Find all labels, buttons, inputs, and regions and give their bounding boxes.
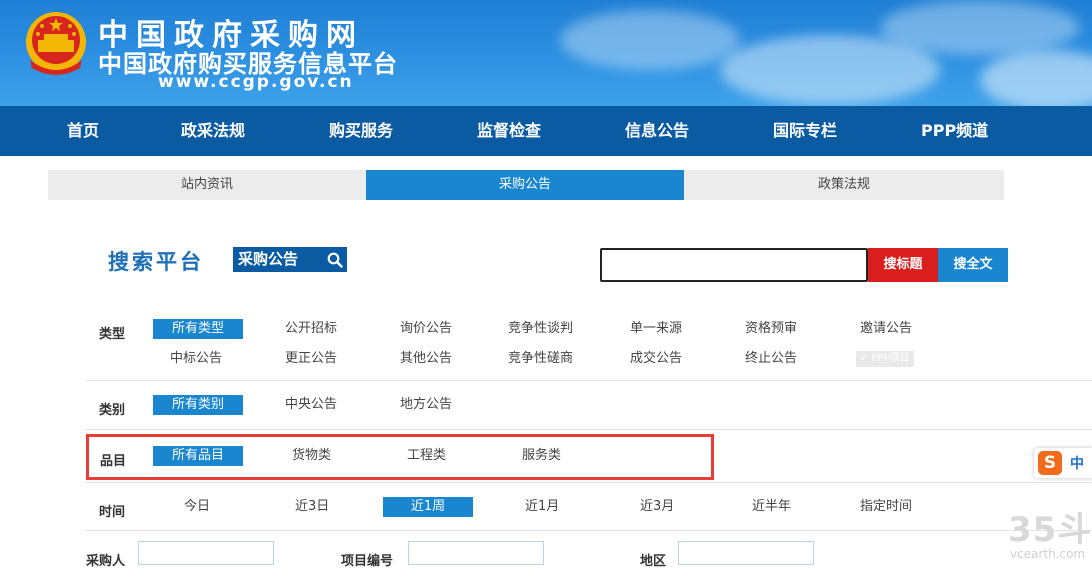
category-option-local[interactable]: 地方公告 [400, 395, 452, 415]
type-option-competitive-negotiation[interactable]: 竞争性谈判 [508, 319, 573, 339]
item-option-all[interactable]: 所有品目 [153, 446, 243, 466]
filter-label-type: 类型 [99, 327, 126, 342]
search-fulltext-button[interactable]: 搜全文 [938, 248, 1008, 282]
type-option-correction[interactable]: 更正公告 [285, 349, 337, 369]
filter-label-item: 品目 [100, 454, 127, 469]
cloud-decoration [980, 50, 1092, 106]
search-input[interactable] [600, 248, 868, 282]
region-input[interactable] [678, 541, 814, 565]
time-option-custom[interactable]: 指定时间 [860, 497, 912, 517]
search-scope-label: 采购公告 [238, 250, 299, 268]
buyer-input[interactable] [138, 541, 274, 565]
tab-policies[interactable]: 政策法规 [684, 170, 1004, 200]
nav-supervision[interactable]: 监督检查 [477, 106, 541, 156]
sogou-ime-icon[interactable]: S [1038, 451, 1062, 475]
divider [85, 380, 1092, 381]
type-option-all[interactable]: 所有类型 [153, 319, 243, 339]
ime-toolbar[interactable]: S 中 [1034, 448, 1092, 478]
tab-procurement-announcements[interactable]: 采购公告 [366, 170, 684, 200]
type-option-deal[interactable]: 成交公告 [630, 349, 682, 369]
type-option-competitive-consultation[interactable]: 竞争性磋商 [508, 349, 573, 369]
site-url: www.ccgp.gov.cn [158, 72, 354, 92]
cloud-decoration [560, 10, 740, 70]
nav-purchase-service[interactable]: 购买服务 [329, 106, 393, 156]
type-option-award[interactable]: 中标公告 [170, 349, 222, 369]
nav-international[interactable]: 国际专栏 [773, 106, 837, 156]
divider [85, 530, 1092, 531]
cloud-decoration [880, 0, 1080, 55]
category-option-central[interactable]: 中央公告 [285, 395, 337, 415]
tab-site-news[interactable]: 站内资讯 [48, 170, 366, 200]
region-label: 地区 [640, 554, 667, 569]
nav-home[interactable]: 首页 [67, 106, 99, 156]
site-header: 中国政府采购网 中国政府购买服务信息平台 www.ccgp.gov.cn [0, 0, 1092, 106]
filter-label-category: 类别 [99, 403, 126, 418]
watermark-url: vcearth.com [1010, 547, 1086, 561]
item-option-services[interactable]: 服务类 [522, 446, 561, 466]
search-icon [327, 252, 343, 268]
type-option-other[interactable]: 其他公告 [400, 349, 452, 369]
time-option-1-month[interactable]: 近1月 [525, 497, 559, 517]
main-nav: 首页 政采法规 购买服务 监督检查 信息公告 国际专栏 PPP频道 [0, 106, 1092, 156]
type-option-inquiry[interactable]: 询价公告 [400, 319, 452, 339]
time-option-half-year[interactable]: 近半年 [752, 497, 791, 517]
divider [85, 482, 1092, 483]
item-option-goods[interactable]: 货物类 [292, 446, 331, 466]
type-option-open-tender[interactable]: 公开招标 [285, 319, 337, 339]
project-number-input[interactable] [408, 541, 544, 565]
ime-language-indicator[interactable]: 中 [1070, 453, 1084, 473]
divider [85, 429, 1092, 430]
sub-tabs: 站内资讯 采购公告 政策法规 [48, 170, 1004, 200]
search-scope-badge: 采购公告 [233, 247, 347, 272]
type-option-ppp[interactable]: ✓ PPP项目 [856, 351, 914, 367]
item-option-engineering[interactable]: 工程类 [407, 446, 446, 466]
time-option-today[interactable]: 今日 [184, 497, 210, 517]
time-option-3-days[interactable]: 近3日 [295, 497, 329, 517]
nav-announcements[interactable]: 信息公告 [625, 106, 689, 156]
nav-ppp[interactable]: PPP频道 [921, 106, 988, 156]
time-option-3-months[interactable]: 近3月 [640, 497, 674, 517]
nav-regulations[interactable]: 政采法规 [181, 106, 245, 156]
search-platform-title: 搜索平台 [108, 250, 204, 274]
filter-label-time: 时间 [99, 505, 126, 520]
type-option-single-source[interactable]: 单一来源 [630, 319, 682, 339]
type-option-invitation[interactable]: 邀请公告 [860, 319, 912, 339]
watermark-logo: 35斗 [1008, 510, 1092, 550]
project-number-label: 项目编号 [341, 554, 394, 569]
time-option-1-week[interactable]: 近1周 [383, 497, 473, 517]
type-option-termination[interactable]: 终止公告 [745, 349, 797, 369]
category-option-all[interactable]: 所有类别 [153, 395, 243, 415]
national-emblem-icon [26, 12, 86, 75]
buyer-label: 采购人 [86, 554, 126, 569]
search-title-button[interactable]: 搜标题 [868, 248, 938, 282]
type-option-prequalification[interactable]: 资格预审 [745, 319, 797, 339]
